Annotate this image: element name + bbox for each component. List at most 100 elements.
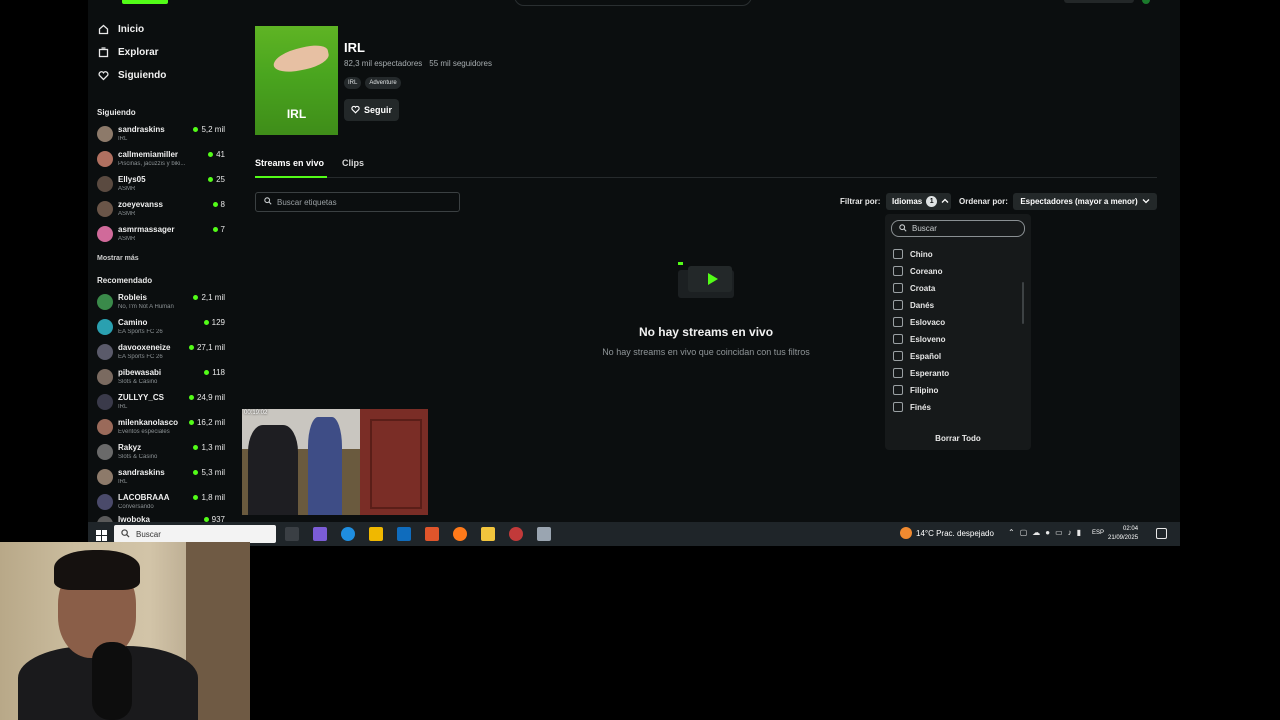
channel-item[interactable]: Robleis No, I'm Not A Human 2,1 mil: [97, 292, 225, 314]
recording-app-icon[interactable]: [509, 527, 523, 541]
avatar: [97, 151, 113, 167]
system-tray: ⌃ ▢ ☁ ● ▭ ♪ ▮: [1008, 528, 1081, 537]
battery-icon[interactable]: ▮: [1077, 528, 1081, 537]
input-language[interactable]: ESP: [1092, 530, 1104, 536]
nav-following[interactable]: Siguiendo: [98, 70, 166, 81]
channel-item[interactable]: milenkanolasco Eventos especiales 16,2 m…: [97, 417, 225, 439]
checkbox[interactable]: [893, 283, 903, 293]
language-option-danes[interactable]: Danés: [893, 300, 934, 310]
language-option-espanol[interactable]: Español: [893, 351, 941, 361]
task-view-icon[interactable]: [285, 527, 299, 541]
firefox-icon[interactable]: [453, 527, 467, 541]
channel-item[interactable]: callmemiamiller Piscinas, jacuzzis y bik…: [97, 149, 225, 171]
avatar: [97, 444, 113, 460]
user-avatar[interactable]: [1142, 0, 1150, 4]
channel-name: Camino: [118, 318, 148, 327]
live-dot-icon: [188, 420, 194, 425]
channel-item[interactable]: lwoboka 937: [97, 514, 225, 522]
taskbar-search[interactable]: Buscar: [114, 525, 276, 543]
tag-search-input[interactable]: Buscar etiquetas: [255, 192, 460, 212]
checkbox[interactable]: [893, 351, 903, 361]
tab-live-streams[interactable]: Streams en vivo: [255, 158, 324, 168]
languages-filter-button[interactable]: Idiomas 1: [886, 193, 951, 210]
channel-item[interactable]: Camino EA Sports FC 26 129: [97, 317, 225, 339]
channel-item[interactable]: pibewasabi Slots & Casino 118: [97, 367, 225, 389]
nav-following-label: Siguiendo: [118, 70, 167, 81]
channel-item[interactable]: ZULLYY_CS IRL 24,9 mil: [97, 392, 225, 414]
language-search-input[interactable]: Buscar: [891, 220, 1025, 237]
channel-item[interactable]: LACOBRAAA Conversando 1,8 mil: [97, 492, 225, 514]
tag-adventure[interactable]: Adventure: [365, 77, 401, 89]
checkbox[interactable]: [893, 266, 903, 276]
store-icon[interactable]: [369, 527, 383, 541]
channel-category: IRL: [118, 479, 128, 485]
edge-icon[interactable]: [341, 527, 355, 541]
volume-icon[interactable]: ♪: [1068, 528, 1072, 537]
checkbox[interactable]: [893, 249, 903, 259]
language-option-fines[interactable]: Finés: [893, 402, 931, 412]
chevron-up-icon[interactable]: ⌃: [1008, 528, 1015, 537]
language-option-coreano[interactable]: Coreano: [893, 266, 942, 276]
show-more-link[interactable]: Mostrar más: [97, 255, 139, 262]
checkbox[interactable]: [893, 334, 903, 344]
outlook-icon[interactable]: [397, 527, 411, 541]
clock[interactable]: 02:04 21/09/2025: [1108, 525, 1138, 543]
tab-clips[interactable]: Clips: [342, 158, 364, 168]
copilot-icon[interactable]: [313, 527, 327, 541]
nav-home[interactable]: Inicio: [98, 24, 144, 35]
checkbox[interactable]: [893, 300, 903, 310]
live-dot-icon: [212, 202, 218, 207]
channel-category: IRL: [118, 404, 128, 410]
tag-irl[interactable]: IRL: [344, 77, 362, 89]
channel-item[interactable]: sandraskins IRL 5,3 mil: [97, 467, 225, 489]
sort-label: Ordenar por:: [959, 197, 1008, 206]
notification-icon[interactable]: [1156, 528, 1167, 539]
avatar: [97, 344, 113, 360]
language-option-chino[interactable]: Chino: [893, 249, 933, 259]
viewer-count: 7: [212, 225, 225, 234]
cloud-icon[interactable]: ☁: [1032, 528, 1040, 537]
live-dot-icon: [193, 295, 199, 300]
channel-item[interactable]: davooxeneize EA Sports FC 26 27,1 mil: [97, 342, 225, 364]
checkbox[interactable]: [893, 385, 903, 395]
network-icon[interactable]: ▭: [1055, 528, 1063, 537]
channel-item[interactable]: Rakyz Slots & Casino 1,3 mil: [97, 442, 225, 464]
channel-item[interactable]: Ellys05 ASMR 25: [97, 174, 225, 196]
live-dot-icon: [208, 152, 214, 157]
language-option-filipino[interactable]: Filipino: [893, 385, 938, 395]
mic-icon[interactable]: ●: [1045, 528, 1050, 537]
brave-icon[interactable]: [425, 527, 439, 541]
tag-search-placeholder: Buscar etiquetas: [277, 197, 337, 207]
language-option-eslovaco[interactable]: Eslovaco: [893, 317, 945, 327]
tray-icon[interactable]: ▢: [1020, 528, 1028, 537]
language-option-esperanto[interactable]: Esperanto: [893, 368, 949, 378]
heart-icon: [98, 70, 109, 81]
checkbox[interactable]: [893, 317, 903, 327]
sort-dropdown[interactable]: Espectadores (mayor a menor): [1013, 193, 1157, 210]
file-explorer-icon[interactable]: [481, 527, 495, 541]
checkbox[interactable]: [893, 402, 903, 412]
sidebar: Inicio Explorar Siguiendo Siguiendo sand…: [88, 0, 238, 522]
top-search-bar[interactable]: [514, 0, 752, 6]
channel-name: lwoboka: [118, 515, 151, 522]
clear-all-button[interactable]: Borrar Todo: [885, 434, 1031, 443]
channel-item[interactable]: zoeyevanss ASMR 8: [97, 199, 225, 221]
language-option-croata[interactable]: Croata: [893, 283, 935, 293]
channel-item[interactable]: sandraskins IRL 5,2 mil: [97, 124, 225, 146]
channel-name: callmemiamiller: [118, 150, 179, 159]
category-stats: 82,3 mil espectadores 55 mil seguidores: [344, 59, 492, 68]
nav-explore[interactable]: Explorar: [98, 47, 159, 58]
webcam-overlay: [0, 542, 250, 720]
follow-button[interactable]: Seguir: [344, 99, 399, 121]
nav-home-label: Inicio: [118, 24, 145, 35]
channel-name: pibewasabi: [118, 368, 162, 377]
follow-button-label: Seguir: [363, 105, 392, 115]
channel-item[interactable]: asmrmassager ASMR 7: [97, 224, 225, 246]
video-preview-overlay[interactable]: 00:19:02: [242, 409, 428, 515]
weather-widget[interactable]: 14°C Prac. despejado: [900, 527, 994, 539]
checkbox[interactable]: [893, 368, 903, 378]
language-option-esloveno[interactable]: Esloveno: [893, 334, 946, 344]
top-action-button[interactable]: [1064, 0, 1134, 3]
language-list-scrollbar[interactable]: [1022, 282, 1024, 324]
app-icon[interactable]: [537, 527, 551, 541]
